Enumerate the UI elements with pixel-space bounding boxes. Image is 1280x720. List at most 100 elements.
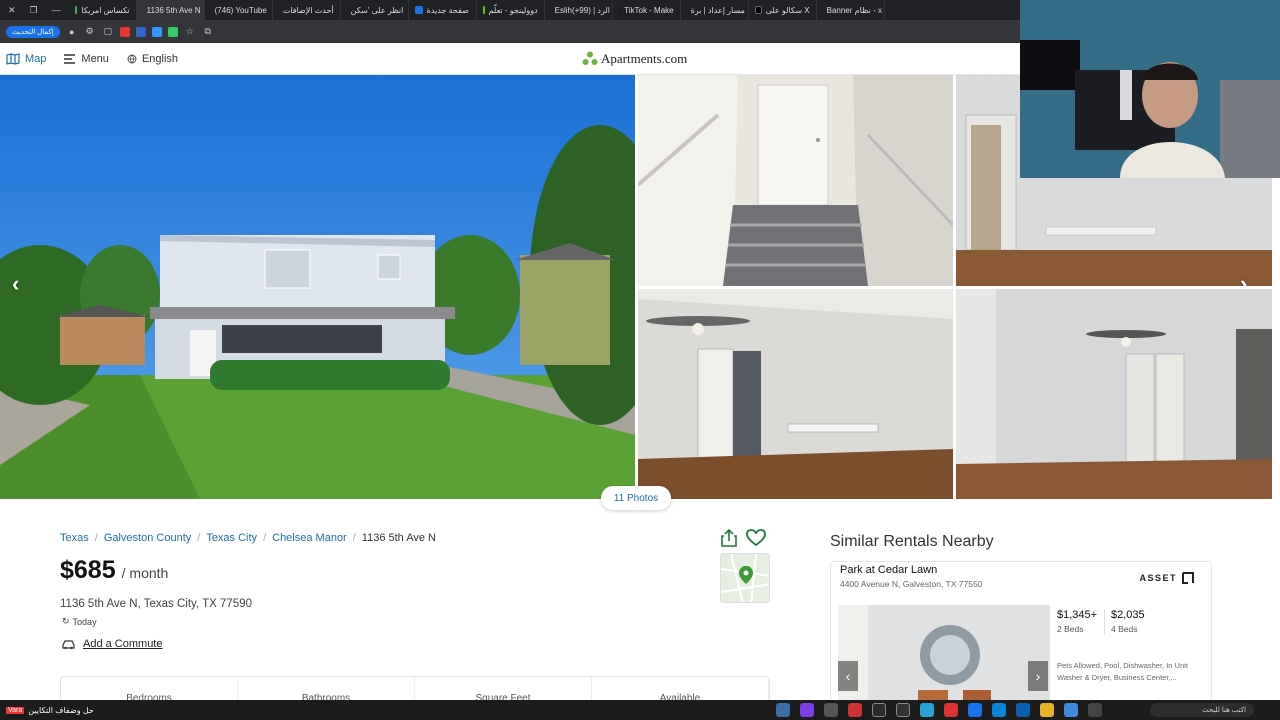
hamburger-icon <box>64 53 76 64</box>
gallery-photo-4[interactable] <box>638 289 953 499</box>
favorite-heart-icon[interactable] <box>746 528 766 548</box>
share-icon[interactable] <box>720 528 738 548</box>
extension-icon[interactable]: ▢ <box>102 26 114 38</box>
prev-rental-photo-icon[interactable]: ‹ <box>838 661 858 691</box>
rental-price-2bed: $1,345+ <box>1057 609 1098 621</box>
profile-icon[interactable]: ● <box>66 26 78 38</box>
tab-0[interactable]: Banner نظام - x <box>817 0 885 20</box>
tab-1[interactable]: سكالو على X <box>749 0 817 20</box>
breadcrumb-county[interactable]: Galveston County <box>104 532 191 544</box>
app-icon[interactable] <box>872 703 886 717</box>
app-icon[interactable] <box>1016 703 1030 717</box>
app-icon[interactable] <box>1088 703 1102 717</box>
photo-count-button[interactable]: 11 Photos <box>601 486 671 510</box>
close-window-icon[interactable]: ✕ <box>8 5 16 16</box>
restore-window-icon[interactable]: ❐ <box>30 5 38 16</box>
minimize-window-icon[interactable]: — <box>52 5 61 16</box>
rental-name[interactable]: Park at Cedar Lawn <box>840 564 937 576</box>
prev-photo-arrow-icon[interactable]: ‹ <box>12 271 19 297</box>
tab-6[interactable]: صفحة جديدة <box>409 0 477 20</box>
tab-favicon <box>414 6 423 14</box>
mini-map[interactable] <box>720 553 770 603</box>
folder-icon[interactable] <box>1040 703 1054 717</box>
taskbar-search[interactable]: اكتب هنا للبحث <box>1150 703 1254 717</box>
price-divider <box>1104 609 1105 635</box>
tab-11[interactable]: تكساس امريكا <box>69 0 137 20</box>
tab-favicon <box>74 6 78 14</box>
main-photo[interactable]: ‹ <box>0 75 635 499</box>
recycle-logo-icon <box>582 51 598 65</box>
breadcrumb-city[interactable]: Texas City <box>206 532 257 544</box>
site-logo[interactable]: Apartments.com <box>582 51 687 67</box>
duolingo-icon <box>482 6 485 14</box>
telegram-icon[interactable] <box>920 703 934 717</box>
app-icon[interactable] <box>824 703 838 717</box>
extension-icon[interactable] <box>151 26 162 37</box>
map-button[interactable]: Map <box>6 53 46 65</box>
similar-rentals-title: Similar Rentals Nearby <box>830 533 994 550</box>
tab-2[interactable]: مسار إعداد | برة <box>681 0 749 20</box>
extension-icon[interactable]: ⚙ <box>84 26 96 38</box>
app-icon[interactable] <box>848 703 862 717</box>
tab-10[interactable]: 1136 5th Ave N <box>136 0 205 20</box>
breadcrumb-separator: / <box>94 532 98 544</box>
ticker-text: حل وضفاف التكايين <box>28 705 94 715</box>
tab-8[interactable]: أحدث الإضافات <box>273 0 341 20</box>
search-placeholder: اكتب هنا للبحث <box>1201 707 1246 714</box>
refresh-icon: ↻ <box>62 616 70 626</box>
tab-4[interactable]: Eslih(+99) | الرد <box>545 0 613 20</box>
tab-label: مسار إعداد | برة <box>690 5 745 15</box>
chrome-icon[interactable] <box>968 703 982 717</box>
add-commute-link[interactable]: Add a Commute <box>83 638 162 650</box>
language-button[interactable]: English <box>127 53 178 65</box>
map-icon <box>6 52 20 65</box>
breadcrumb-state[interactable]: Texas <box>60 532 89 544</box>
taskbar-apps <box>776 703 1102 717</box>
extension-icon[interactable] <box>135 26 146 37</box>
rental-amenities: Pets Allowed, Pool, Dishwasher, In Unit … <box>1057 661 1188 682</box>
tab-7[interactable]: انظر على 'سكن <box>341 0 409 20</box>
gallery-photo-5[interactable] <box>956 289 1272 499</box>
edge-icon[interactable] <box>992 703 1006 717</box>
settings-icon[interactable] <box>896 703 910 717</box>
similar-rental-card[interactable]: Park at Cedar Lawn 4400 Avenue N, Galves… <box>830 561 1212 712</box>
brand-label: ASSET <box>1139 573 1177 583</box>
breadcrumb-separator: / <box>263 532 267 544</box>
add-commute[interactable]: Add a Commute <box>62 638 162 650</box>
menu-button[interactable]: Menu <box>64 53 109 65</box>
app-icon[interactable] <box>800 703 814 717</box>
site-header: Map Menu English Apartments.com <box>0 43 1020 75</box>
tab-5[interactable]: دوولينجو - تعلّم <box>477 0 545 20</box>
webcam-overlay <box>1020 0 1280 178</box>
extension-icon[interactable] <box>167 26 178 37</box>
logo-text: Apartments.com <box>601 51 688 66</box>
app-icon[interactable] <box>1064 703 1078 717</box>
tab-label: سكالو على X <box>765 5 810 15</box>
tab-3[interactable]: TikTok - Make <box>613 0 681 20</box>
car-icon <box>62 639 75 649</box>
next-photo-arrow-icon[interactable]: › <box>1240 271 1247 286</box>
tab-label: انظر على 'سكن <box>350 5 404 15</box>
app-icon[interactable] <box>944 703 958 717</box>
globe-icon <box>127 54 137 64</box>
listing-price: $685 / month <box>60 556 168 585</box>
tab-label: تكساس امريكا <box>81 5 130 15</box>
update-button[interactable]: إكمال التحديث <box>6 25 60 38</box>
next-rental-photo-icon[interactable]: › <box>1028 661 1048 691</box>
extension-icon[interactable]: ⧉ <box>202 26 214 38</box>
breadcrumb-neighborhood[interactable]: Chelsea Manor <box>272 532 347 544</box>
tab-label: صفحة جديدة <box>426 5 469 15</box>
gallery-photo-2[interactable] <box>638 75 953 286</box>
app-icon[interactable] <box>776 703 790 717</box>
bookmark-star-icon[interactable]: ☆ <box>184 26 196 38</box>
tab-label: Eslih(+99) | الرد <box>554 5 611 15</box>
updated-info: ↻ Today <box>62 616 97 627</box>
news-ticker: Vara حل وضفاف التكايين <box>0 706 94 715</box>
tab-label: Banner نظام - x <box>826 5 882 15</box>
tab-label: (746) YouTube <box>214 5 267 15</box>
rental-photo[interactable]: ‹ › <box>838 605 1050 712</box>
rental-address: 4400 Avenue N, Galveston, TX 77550 <box>840 579 983 589</box>
extension-icon[interactable] <box>119 26 130 37</box>
tab-9[interactable]: (746) YouTube <box>205 0 273 20</box>
window-controls: ✕ ❐ — <box>0 5 69 16</box>
